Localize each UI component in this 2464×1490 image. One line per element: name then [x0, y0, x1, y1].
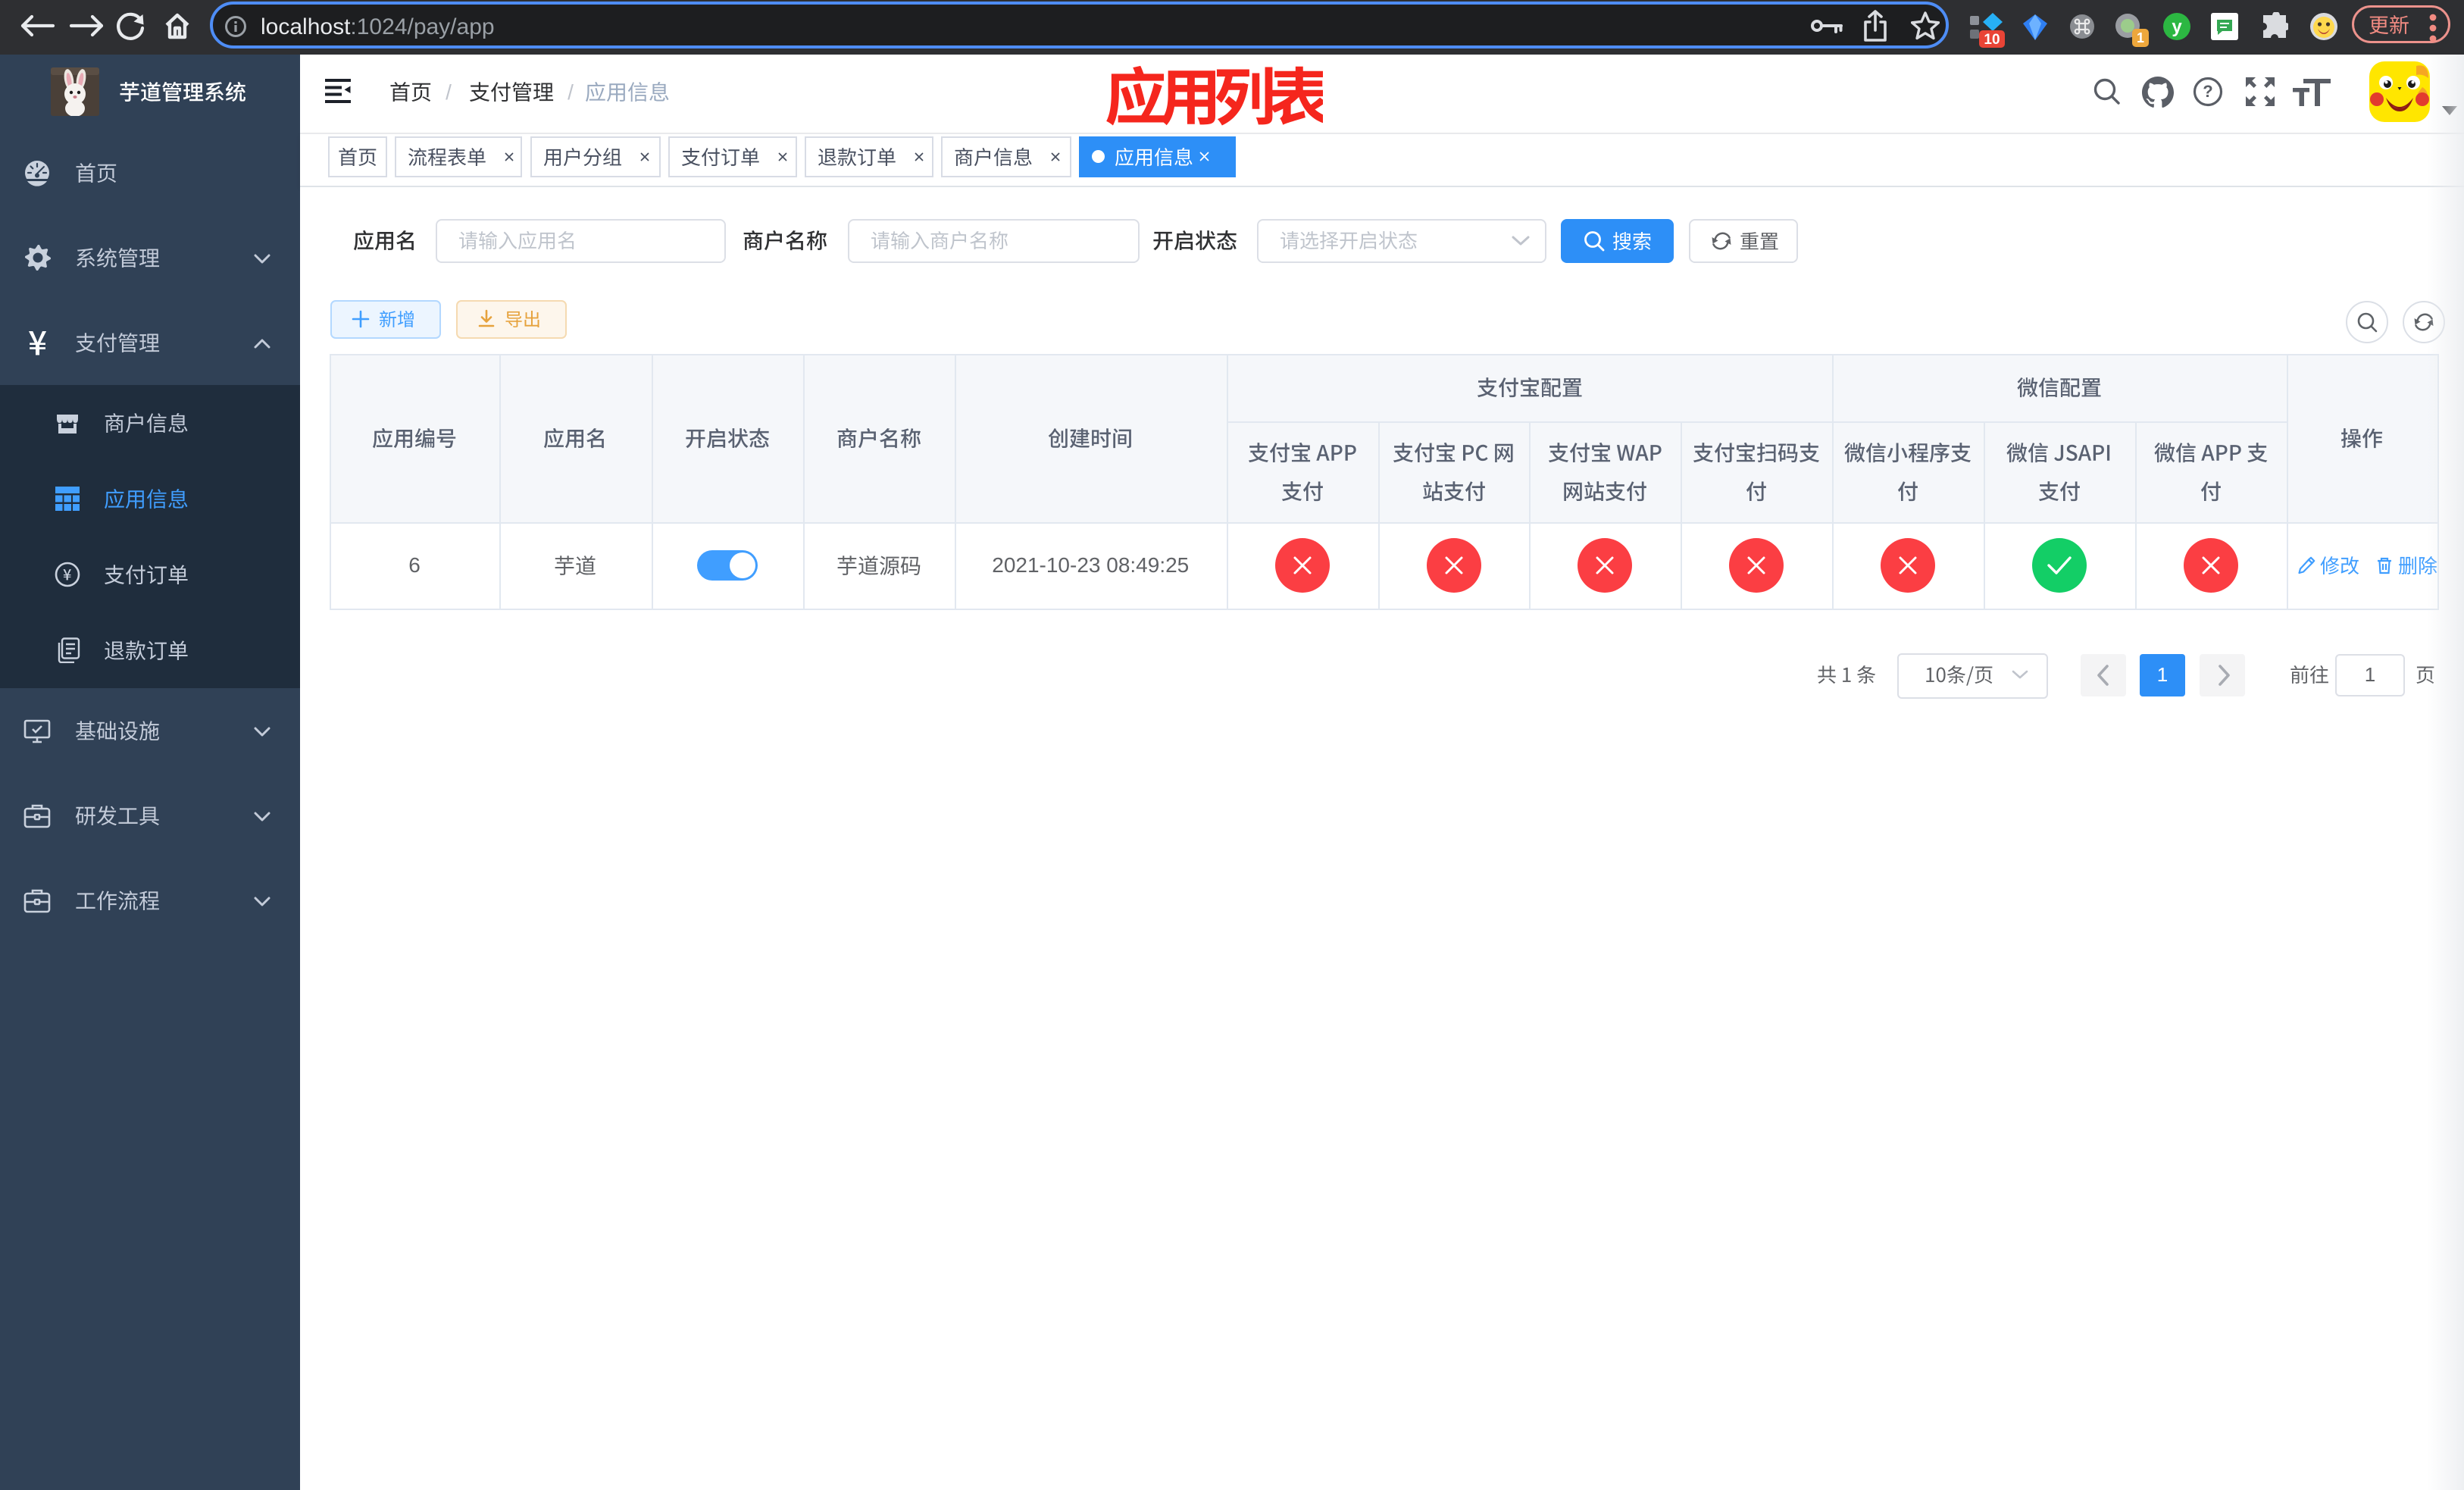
- svg-text:1: 1: [2137, 30, 2144, 45]
- svg-text:?: ?: [2203, 82, 2212, 101]
- svg-text:y: y: [2172, 17, 2182, 37]
- svg-text:10: 10: [1984, 32, 2000, 48]
